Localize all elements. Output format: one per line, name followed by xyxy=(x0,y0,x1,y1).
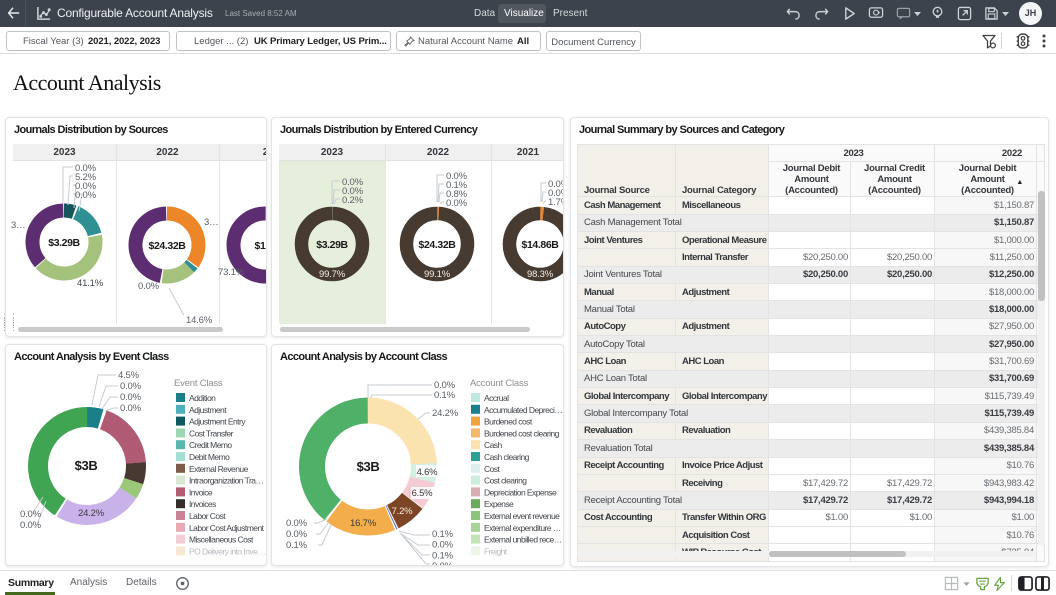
svg-text:0.1%: 0.1% xyxy=(286,540,308,551)
svg-text:Accumulated Depreci…: Accumulated Depreci… xyxy=(484,405,562,415)
svg-text:0.0%: 0.0% xyxy=(75,190,97,201)
svg-text:Intraorganization Tra…: Intraorganization Tra… xyxy=(189,476,263,486)
svg-text:$1…: $1… xyxy=(255,240,267,252)
svg-text:1.7%: 1.7% xyxy=(548,197,564,208)
svg-text:Cost clearing: Cost clearing xyxy=(484,476,527,486)
svg-text:0.0%: 0.0% xyxy=(286,529,308,540)
svg-text:Cost: Cost xyxy=(484,464,500,474)
svg-text:0.0%: 0.0% xyxy=(20,520,42,531)
svg-text:Adjustment: Adjustment xyxy=(189,405,227,415)
svg-text:PO Delivery into Inve…: PO Delivery into Inve… xyxy=(189,546,265,556)
svg-text:Invoices: Invoices xyxy=(189,499,216,509)
svg-text:Cost Transfer: Cost Transfer xyxy=(189,428,234,438)
svg-text:Invoice: Invoice xyxy=(189,487,213,497)
svg-text:0.0%: 0.0% xyxy=(138,281,160,292)
svg-text:16.7%: 16.7% xyxy=(350,518,377,529)
svg-text:Debit Memo: Debit Memo xyxy=(189,452,230,462)
svg-text:Accrual: Accrual xyxy=(484,393,509,403)
svg-text:Labor Cost: Labor Cost xyxy=(189,511,226,521)
svg-text:73.1%: 73.1% xyxy=(218,267,245,278)
svg-text:Expense: Expense xyxy=(484,499,514,509)
svg-text:Event Class: Event Class xyxy=(174,378,223,389)
svg-text:Burdened cost clearing: Burdened cost clearing xyxy=(484,428,560,438)
svg-text:Depreciation Expense: Depreciation Expense xyxy=(484,487,557,497)
svg-text:3…: 3… xyxy=(204,217,218,228)
svg-text:41.1%: 41.1% xyxy=(77,278,104,289)
svg-text:0.1%: 0.1% xyxy=(434,390,456,401)
svg-text:14.6%: 14.6% xyxy=(186,315,213,326)
svg-text:99.1%: 99.1% xyxy=(424,269,451,280)
svg-text:0.0%: 0.0% xyxy=(286,518,308,529)
svg-text:3…: 3… xyxy=(11,220,25,231)
svg-text:99.7%: 99.7% xyxy=(319,269,346,280)
svg-text:4.5%: 4.5% xyxy=(118,370,140,381)
svg-text:$14.86B: $14.86B xyxy=(522,239,560,251)
svg-text:Cash: Cash xyxy=(484,440,502,450)
svg-text:External Revenue: External Revenue xyxy=(189,464,249,474)
svg-text:6.5%: 6.5% xyxy=(412,488,434,499)
svg-text:0.0%: 0.0% xyxy=(120,392,142,403)
svg-text:External event revenue: External event revenue xyxy=(484,511,560,521)
svg-text:24.2%: 24.2% xyxy=(78,508,105,519)
svg-text:$3.29B: $3.29B xyxy=(316,239,348,251)
svg-text:Labor Cost Adjustment: Labor Cost Adjustment xyxy=(189,523,265,533)
svg-text:0.1%: 0.1% xyxy=(432,550,454,561)
svg-text:0.1%: 0.1% xyxy=(432,529,454,540)
svg-text:$24.32B: $24.32B xyxy=(149,240,187,252)
svg-text:Credit Memo: Credit Memo xyxy=(189,440,232,450)
svg-text:Freight: Freight xyxy=(484,546,508,556)
svg-text:External expenditure …: External expenditure … xyxy=(484,523,561,533)
svg-text:0.0%: 0.0% xyxy=(432,540,454,551)
svg-text:Account Class: Account Class xyxy=(470,378,529,389)
svg-text:7.2%: 7.2% xyxy=(392,506,414,517)
svg-text:$24.32B: $24.32B xyxy=(419,239,457,251)
svg-text:Adjustment Entry: Adjustment Entry xyxy=(189,417,246,427)
svg-text:$3B: $3B xyxy=(357,459,380,474)
svg-text:Burdened cost: Burdened cost xyxy=(484,417,533,427)
svg-text:Cash clearing: Cash clearing xyxy=(484,452,530,462)
svg-text:$3B: $3B xyxy=(75,458,98,473)
svg-text:$3.29B: $3.29B xyxy=(48,237,80,249)
svg-text:0.0%: 0.0% xyxy=(20,509,42,520)
svg-text:0.0%: 0.0% xyxy=(120,381,142,392)
svg-text:0.2%: 0.2% xyxy=(342,195,364,206)
svg-text:0.0%: 0.0% xyxy=(120,403,142,414)
svg-text:Addition: Addition xyxy=(189,393,216,403)
svg-text:98.3%: 98.3% xyxy=(527,269,554,280)
svg-text:0.0%: 0.0% xyxy=(446,198,468,209)
svg-text:Miscellaneous Cost: Miscellaneous Cost xyxy=(189,535,254,545)
svg-text:0.0%: 0.0% xyxy=(432,561,454,566)
svg-text:External unbilled rece…: External unbilled rece… xyxy=(484,535,562,545)
svg-text:24.2%: 24.2% xyxy=(432,408,459,419)
svg-text:4.6%: 4.6% xyxy=(417,467,439,478)
